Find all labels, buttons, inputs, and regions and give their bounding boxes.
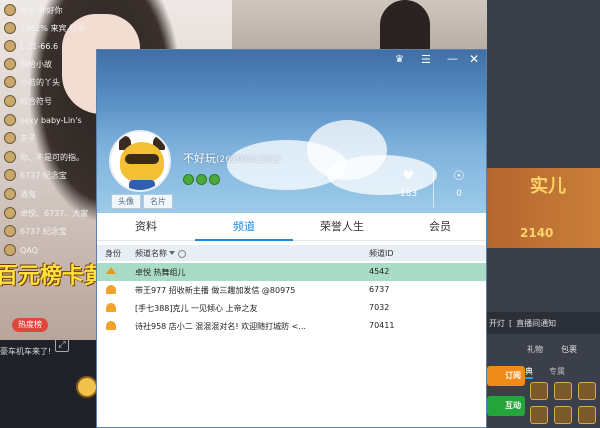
stream-video-guest: [232, 0, 487, 50]
channel-id: 7032: [369, 303, 390, 312]
gift-icon[interactable]: [554, 406, 572, 424]
car-notice-text: 豪车机车来了!: [0, 347, 52, 356]
table-row[interactable]: 卓悦 热舞组儿 4542: [97, 263, 486, 281]
user-name: 不好玩: [183, 152, 216, 165]
tab-info[interactable]: 资料: [97, 213, 195, 241]
profile-stats: ♥ 183 ☉ 0: [384, 168, 486, 208]
level-icon: [183, 174, 194, 185]
table-row[interactable]: 诗社958 店小二 混混混对名! 欢迎随打城防 <... 70411: [97, 317, 486, 335]
chat-avatar-icon: [4, 76, 16, 88]
chat-avatar-icon: [4, 114, 16, 126]
subscribe-button[interactable]: 订阅: [487, 366, 525, 386]
chat-avatar-icon: [4, 151, 16, 163]
likes-count: 183: [399, 189, 418, 199]
hot-rank-badge[interactable]: 热度榜: [12, 318, 48, 332]
avatar-link[interactable]: 头像: [111, 194, 141, 209]
table-row[interactable]: [手七388]克儿 一见倾心 上帝之友 7032: [97, 299, 486, 317]
channel-name: [手七388]克儿 一见倾心 上帝之友: [135, 304, 258, 313]
tab-vip[interactable]: 会员: [391, 213, 486, 241]
level-icon: [209, 174, 220, 185]
channel-id: 4542: [369, 267, 390, 276]
chat-promo-text: 实儿: [530, 176, 566, 197]
menu-icon[interactable]: ☰: [421, 53, 431, 66]
rank-banner: 百元榜卡黄: [0, 258, 106, 290]
crown-icon: [106, 267, 116, 274]
fans-count: 0: [456, 189, 462, 199]
gift-icon[interactable]: [578, 382, 596, 400]
chat-avatar-icon: [4, 169, 16, 181]
chat-promo-number: 2140: [520, 226, 554, 240]
gift-icon[interactable]: [554, 382, 572, 400]
chat-avatar-icon: [4, 58, 16, 70]
guest-image: [380, 0, 430, 50]
light-toggle[interactable]: 开灯: [489, 318, 505, 329]
chat-avatar-icon: [4, 132, 16, 144]
gift-icon[interactable]: [530, 382, 548, 400]
gift-icon[interactable]: [530, 406, 548, 424]
member-icon: [106, 285, 116, 294]
chat-avatar-icon: [4, 244, 16, 256]
member-icon: [106, 303, 116, 312]
share-icon[interactable]: ⤢: [55, 338, 69, 352]
likes-stat[interactable]: ♥ 183: [384, 168, 434, 208]
chat-toolbar: 开灯 [ 直播间通知: [487, 312, 600, 334]
close-button[interactable]: ✕: [469, 52, 479, 66]
header-id[interactable]: 频道ID: [369, 248, 394, 259]
tab-gift[interactable]: 礼物: [527, 344, 543, 355]
heart-icon: ♥: [402, 169, 415, 184]
header-name: 频道名称: [135, 249, 167, 258]
fans-stat[interactable]: ☉ 0: [434, 168, 484, 208]
profile-name: 不好玩(2620341552): [183, 150, 280, 166]
interact-button[interactable]: 互动: [487, 396, 525, 416]
bracket-icon: [: [509, 318, 513, 328]
profile-window: ♛ ☰ — ✕ 不好玩(2620341552) 头像 名片 ♥ 183 ☉ 0 …: [96, 49, 487, 428]
profile-header: ♛ ☰ — ✕ 不好玩(2620341552) 头像 名片 ♥ 183 ☉ 0: [97, 50, 486, 213]
mascot-icon[interactable]: [76, 376, 98, 398]
tab-bag[interactable]: 包裹: [561, 344, 577, 355]
chat-avatar-icon: [4, 40, 16, 52]
level-icons: [183, 174, 220, 185]
tab-honor[interactable]: 荣誉人生: [293, 213, 391, 241]
avatar-body: [129, 180, 155, 190]
channel-table-header: 身份 频道名称 频道ID: [97, 245, 486, 261]
member-icon: [106, 321, 116, 330]
chat-avatar-icon: [4, 95, 16, 107]
table-row[interactable]: 带王977 招收新主播 做三趣加发信 @80975 6737: [97, 281, 486, 299]
channel-name: 卓悦 热舞组儿: [135, 268, 186, 277]
card-link[interactable]: 名片: [143, 194, 173, 209]
gift-icon[interactable]: [578, 406, 596, 424]
header-role[interactable]: 身份: [105, 248, 121, 259]
avatar-eyes: [125, 154, 159, 164]
chat-avatar-icon: [4, 225, 16, 237]
refresh-icon[interactable]: [178, 249, 186, 258]
header-name-cell[interactable]: 频道名称: [135, 248, 186, 259]
tab-special[interactable]: 专属: [549, 366, 565, 377]
minimize-button[interactable]: —: [447, 52, 458, 65]
avatar[interactable]: [109, 130, 171, 192]
channel-id: 70411: [369, 321, 395, 330]
channel-name: 诗社958 店小二 混混混对名! 欢迎随打城防 <...: [135, 322, 306, 331]
chat-message: 村长 你好你: [0, 0, 113, 20]
level-icon: [196, 174, 207, 185]
chat-avatar-icon: [4, 207, 16, 219]
channel-id: 6737: [369, 285, 390, 294]
tab-channel[interactable]: 频道: [195, 213, 293, 241]
chat-avatar-icon: [4, 4, 16, 16]
chat-message: 7962% 来宾 打你: [0, 18, 113, 38]
rank-banner-text: 百元榜卡黄: [0, 264, 107, 289]
chat-avatar-icon: [4, 22, 16, 34]
sort-icon: [169, 250, 175, 257]
fans-icon: ☉: [453, 169, 465, 184]
user-id: (2620341552): [216, 155, 281, 165]
gift-tabs: 礼物 包裹: [487, 340, 600, 358]
chat-avatar-icon: [4, 188, 16, 200]
profile-tabs: 资料 频道 荣誉人生 会员: [97, 213, 486, 241]
channel-name: 带王977 招收新主播 做三趣加发信 @80975: [135, 286, 296, 295]
skin-icon[interactable]: ♛: [395, 54, 404, 65]
live-notice-link[interactable]: 直播间通知: [516, 318, 556, 329]
